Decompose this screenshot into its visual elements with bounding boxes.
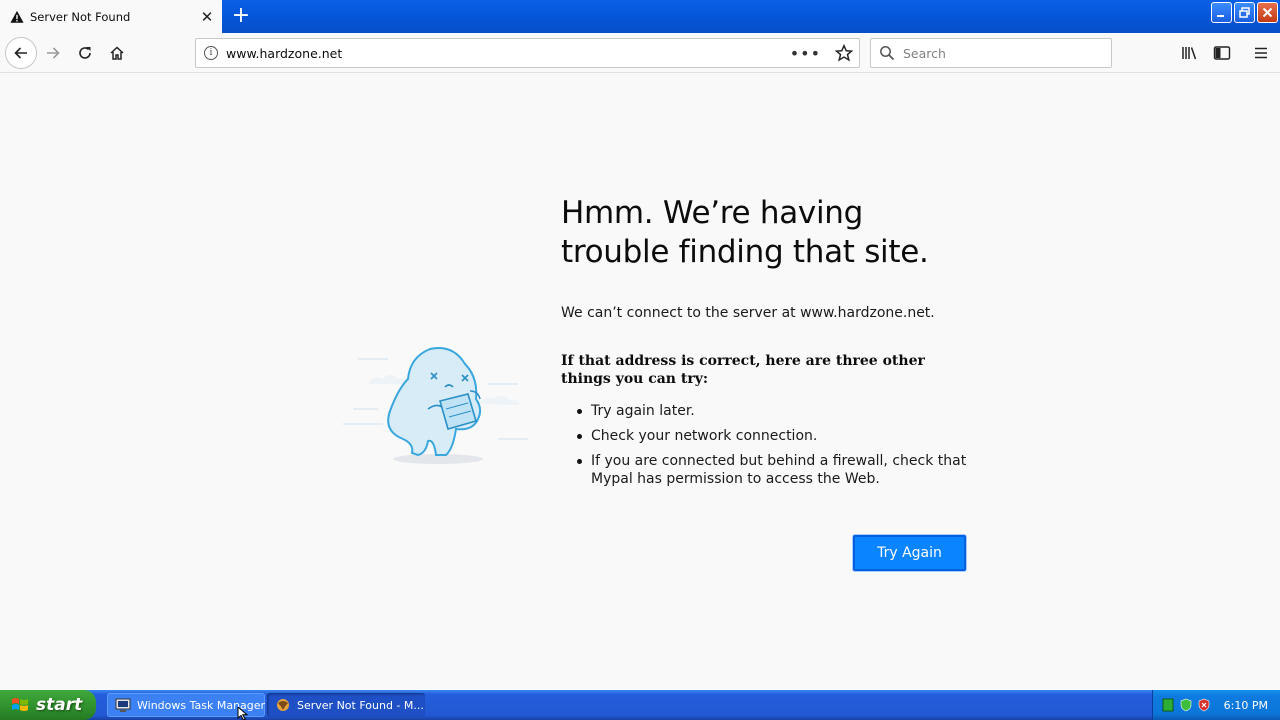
try-again-button[interactable]: Try Again [853, 535, 966, 571]
alert-shield-icon[interactable] [1197, 698, 1211, 712]
library-button[interactable] [1175, 38, 1205, 68]
arrow-left-icon [14, 47, 27, 59]
sidebar-icon [1213, 46, 1231, 60]
home-button[interactable] [102, 38, 132, 68]
suggestion-item: If you are connected but behind a firewa… [577, 452, 971, 488]
home-icon [110, 46, 124, 60]
mypal-browser-icon [277, 699, 289, 711]
back-button[interactable] [5, 37, 37, 69]
sidebar-toggle-button[interactable] [1207, 38, 1237, 68]
system-tray: 6:10 PM [1152, 690, 1280, 720]
search-input[interactable] [903, 45, 1103, 61]
warning-icon [10, 10, 24, 23]
close-icon [1262, 7, 1273, 18]
error-description: We can’t connect to the server at www.ha… [561, 305, 935, 321]
start-label: start [36, 695, 83, 715]
error-title: Hmm. We’re having trouble finding that s… [561, 195, 929, 270]
sad-creature-illustration [343, 347, 528, 464]
page-content: Hmm. We’re having trouble finding that s… [0, 74, 1280, 690]
navigation-toolbar: i www.hardzone.net ••• [0, 33, 1280, 73]
suggestion-item: Try again later. [577, 402, 971, 420]
arrow-right-icon [47, 47, 60, 59]
forward-button[interactable] [38, 38, 68, 68]
reload-button[interactable] [70, 38, 100, 68]
mouse-cursor-icon [237, 707, 249, 720]
restore-button[interactable] [1234, 2, 1255, 23]
site-info-icon[interactable]: i [204, 46, 218, 60]
taskbar-item-browser[interactable]: Server Not Found - M... [267, 693, 425, 717]
windows-taskbar: start Windows Task Manager Server Not Fo… [0, 690, 1280, 720]
hamburger-menu-icon [1255, 47, 1267, 59]
reload-icon [79, 47, 91, 59]
tab-title: Server Not Found [30, 9, 131, 24]
network-icon[interactable] [1161, 698, 1175, 712]
library-icon [1182, 47, 1197, 60]
suggestion-item: Check your network connection. [577, 427, 971, 445]
minimize-icon [1217, 15, 1224, 17]
windows-flag-icon [12, 698, 28, 711]
taskbar-clock[interactable]: 6:10 PM [1224, 699, 1268, 712]
close-window-button[interactable] [1257, 2, 1278, 23]
window-controls [1211, 2, 1278, 23]
tab-close-button[interactable]: ✕ [196, 6, 218, 28]
restore-icon [1239, 7, 1250, 18]
bookmark-star-icon[interactable] [835, 44, 853, 62]
tab-server-not-found[interactable]: Server Not Found ✕ [0, 0, 222, 33]
taskbar-item-label: Server Not Found - M... [297, 698, 424, 712]
security-shield-icon[interactable] [1179, 698, 1193, 712]
start-button[interactable]: start [0, 690, 96, 720]
url-bar[interactable]: i www.hardzone.net ••• [195, 38, 860, 68]
new-tab-button[interactable]: + [228, 4, 254, 30]
suggestion-list: Try again later. Check your network conn… [561, 402, 971, 488]
search-icon [880, 46, 895, 61]
page-actions-icon[interactable]: ••• [790, 44, 821, 63]
url-text[interactable]: www.hardzone.net [226, 46, 790, 61]
suggestion-heading: If that address is correct, here are thr… [561, 353, 925, 387]
error-message-container: Hmm. We’re having trouble finding that s… [561, 194, 971, 495]
tab-bar: Server Not Found ✕ + [0, 0, 1280, 33]
task-manager-icon [115, 698, 131, 712]
minimize-button[interactable] [1211, 2, 1232, 23]
search-bar[interactable] [870, 38, 1112, 68]
menu-button[interactable] [1246, 38, 1276, 68]
